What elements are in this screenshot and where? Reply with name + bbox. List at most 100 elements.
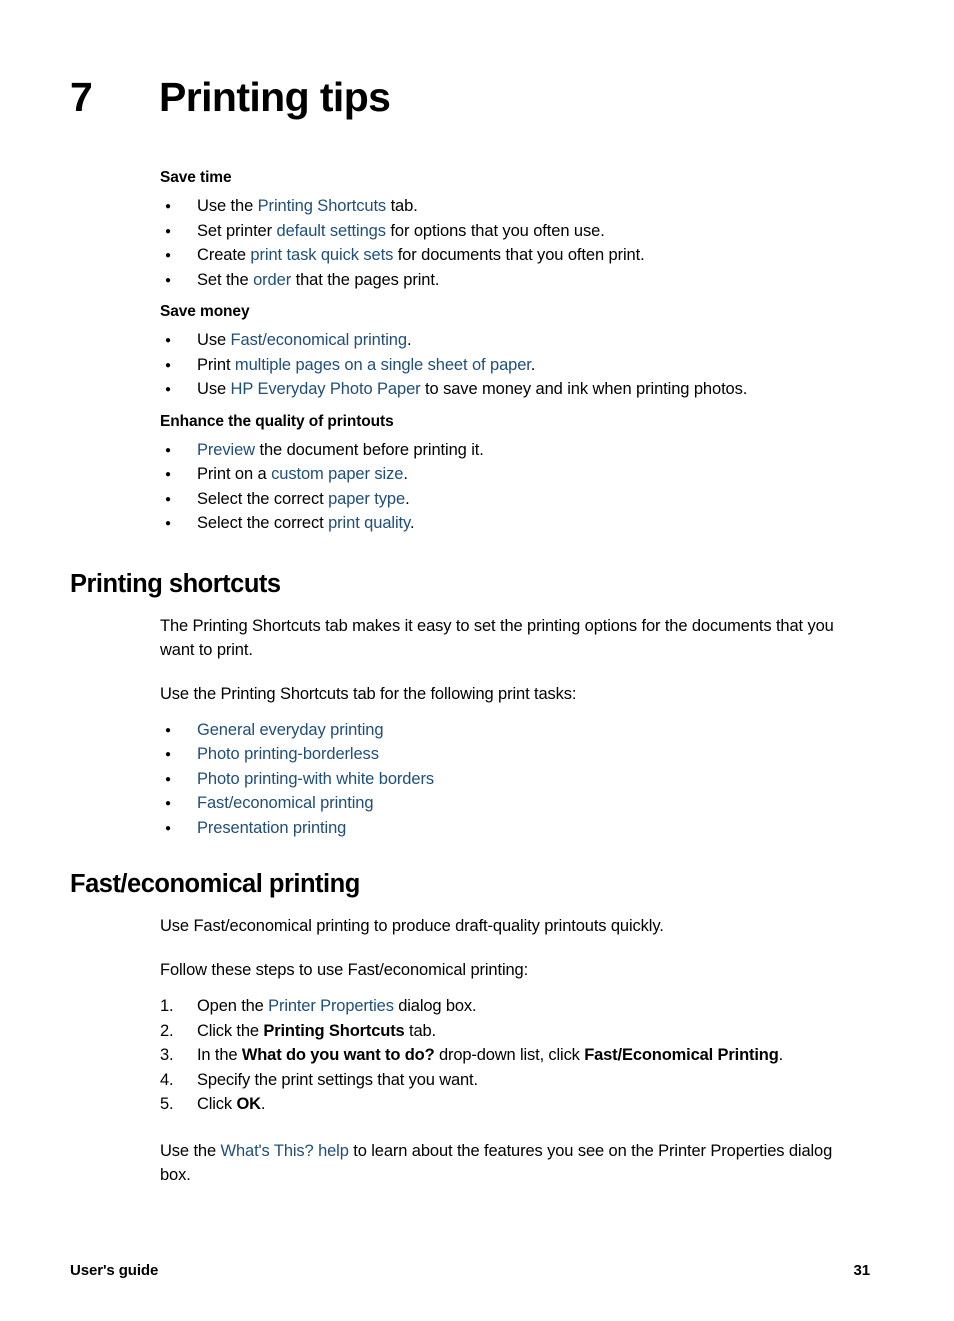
emphasis-text: OK bbox=[236, 1095, 261, 1113]
list-item: Use Fast/economical printing. bbox=[165, 328, 870, 353]
item-text-post: that the pages print. bbox=[291, 270, 440, 289]
step-text: Click the bbox=[197, 1021, 264, 1040]
printing-shortcuts-link-list: General everyday printing Photo printing… bbox=[70, 718, 870, 841]
link-default-settings[interactable]: default settings bbox=[277, 222, 386, 240]
step-text: Open the bbox=[197, 997, 269, 1015]
paragraph-whats-this-help: Use the What's This? help to learn about… bbox=[160, 1139, 860, 1187]
link-general-everyday-printing[interactable]: General everyday printing bbox=[197, 721, 384, 739]
link-print-task-quick-sets[interactable]: print task quick sets bbox=[250, 246, 393, 264]
paragraph-fast-economical-2: Follow these steps to use Fast/economica… bbox=[160, 961, 529, 979]
list-item: Print on a custom paper size. bbox=[165, 462, 870, 487]
item-text-pre: Set the bbox=[197, 270, 254, 289]
step-item: Click OK. bbox=[160, 1092, 870, 1117]
list-item: Fast/economical printing bbox=[165, 791, 870, 816]
list-item: Set printer default settings for options… bbox=[165, 219, 870, 244]
item-text-pre: Select the correct bbox=[197, 489, 329, 508]
item-text-pre: Use bbox=[197, 380, 231, 398]
list-item: Photo printing-with white borders bbox=[165, 767, 870, 792]
page-title: Printing tips bbox=[159, 74, 391, 120]
item-text-pre: Use bbox=[197, 331, 231, 349]
list-item: Use the Printing Shortcuts tab. bbox=[165, 194, 870, 219]
step-item: Open the Printer Properties dialog box. bbox=[160, 994, 870, 1019]
closing-text-pre: Use the bbox=[160, 1141, 221, 1160]
link-custom-paper-size[interactable]: custom paper size bbox=[271, 465, 403, 483]
step-text: drop-down list, click bbox=[434, 1046, 585, 1064]
link-photo-printing-borderless[interactable]: Photo printing-borderless bbox=[197, 745, 379, 763]
link-printing-shortcuts[interactable]: Printing Shortcuts bbox=[258, 197, 387, 215]
list-item: Preview the document before printing it. bbox=[165, 438, 870, 463]
fast-economical-steps: Open the Printer Properties dialog box. … bbox=[70, 994, 870, 1117]
item-text-post: tab. bbox=[386, 197, 418, 215]
step-text: . bbox=[778, 1046, 784, 1064]
footer-page-number: 31 bbox=[853, 1262, 871, 1279]
emphasis-text: Fast/Economical Printing bbox=[584, 1046, 779, 1064]
step-text: tab. bbox=[404, 1021, 436, 1040]
step-text: Click bbox=[197, 1095, 237, 1113]
item-text-post: for documents that you often print. bbox=[393, 246, 645, 264]
item-text-post: . bbox=[530, 355, 536, 374]
item-text-post: . bbox=[403, 465, 408, 483]
page-footer: User's guide 31 bbox=[70, 1262, 870, 1279]
step-text: . bbox=[260, 1095, 266, 1113]
subheading-save-money: Save money bbox=[160, 303, 250, 320]
item-text-post: for options that you often use. bbox=[385, 221, 605, 240]
list-item: Set the order that the pages print. bbox=[165, 268, 870, 293]
document-page: 7 Printing tips Save time Use the Printi… bbox=[0, 0, 954, 1321]
link-paper-type[interactable]: paper type bbox=[328, 490, 405, 508]
step-text: In the bbox=[197, 1046, 242, 1064]
item-text-pre: Create bbox=[197, 246, 251, 264]
save-money-list: Use Fast/economical printing. Print mult… bbox=[70, 328, 870, 402]
step-text: dialog box. bbox=[393, 997, 477, 1015]
item-text-pre: Select the correct bbox=[197, 514, 329, 532]
paragraph-printing-shortcuts-2: Use the Printing Shortcuts tab for the f… bbox=[160, 684, 577, 703]
link-order[interactable]: order bbox=[253, 271, 291, 289]
item-text-post: . bbox=[405, 489, 410, 508]
link-fast-economical-printing-2[interactable]: Fast/economical printing bbox=[197, 794, 374, 812]
link-whats-this-help[interactable]: What's This? help bbox=[221, 1142, 349, 1160]
link-print-quality[interactable]: print quality bbox=[328, 514, 410, 532]
list-item: Print multiple pages on a single sheet o… bbox=[165, 353, 870, 378]
link-fast-economical-printing[interactable]: Fast/economical printing bbox=[231, 331, 408, 349]
list-item: General everyday printing bbox=[165, 718, 870, 743]
footer-guide-label: User's guide bbox=[70, 1262, 159, 1279]
link-hp-everyday-photo-paper[interactable]: HP Everyday Photo Paper bbox=[231, 380, 421, 398]
enhance-quality-list: Preview the document before printing it.… bbox=[70, 438, 870, 536]
step-item: In the What do you want to do? drop-down… bbox=[160, 1043, 870, 1068]
link-preview[interactable]: Preview bbox=[197, 441, 255, 459]
item-text-pre: Print bbox=[197, 355, 235, 374]
list-item: Presentation printing bbox=[165, 816, 870, 841]
link-multiple-pages-single-sheet[interactable]: multiple pages on a single sheet of pape… bbox=[235, 356, 531, 374]
paragraph-printing-shortcuts-1: The Printing Shortcuts tab makes it easy… bbox=[160, 616, 834, 659]
step-item: Click the Printing Shortcuts tab. bbox=[160, 1019, 870, 1044]
page-content: Save time Use the Printing Shortcuts tab… bbox=[70, 168, 870, 1187]
item-text-post: the document before printing it. bbox=[255, 440, 484, 459]
section-heading-printing-shortcuts: Printing shortcuts bbox=[70, 569, 281, 598]
link-photo-printing-white-borders[interactable]: Photo printing-with white borders bbox=[197, 770, 434, 788]
link-text[interactable]: Printer Properties bbox=[268, 997, 394, 1015]
list-item: Select the correct paper type. bbox=[165, 487, 870, 512]
list-item: Photo printing-borderless bbox=[165, 742, 870, 767]
list-item: Create print task quick sets for documen… bbox=[165, 243, 870, 268]
chapter-number: 7 bbox=[70, 74, 93, 120]
chapter-header: 7 Printing tips bbox=[0, 68, 954, 130]
subheading-enhance-quality: Enhance the quality of printouts bbox=[160, 412, 394, 430]
emphasis-text: Printing Shortcuts bbox=[263, 1021, 405, 1040]
item-text-pre: Set printer bbox=[197, 221, 277, 240]
list-item: Select the correct print quality. bbox=[165, 511, 870, 536]
list-item: Use HP Everyday Photo Paper to save mone… bbox=[165, 377, 870, 402]
link-presentation-printing[interactable]: Presentation printing bbox=[197, 819, 346, 837]
emphasis-text: What do you want to do? bbox=[241, 1046, 435, 1064]
step-item: Specify the print settings that you want… bbox=[160, 1068, 870, 1093]
item-text-post: . bbox=[406, 331, 412, 349]
